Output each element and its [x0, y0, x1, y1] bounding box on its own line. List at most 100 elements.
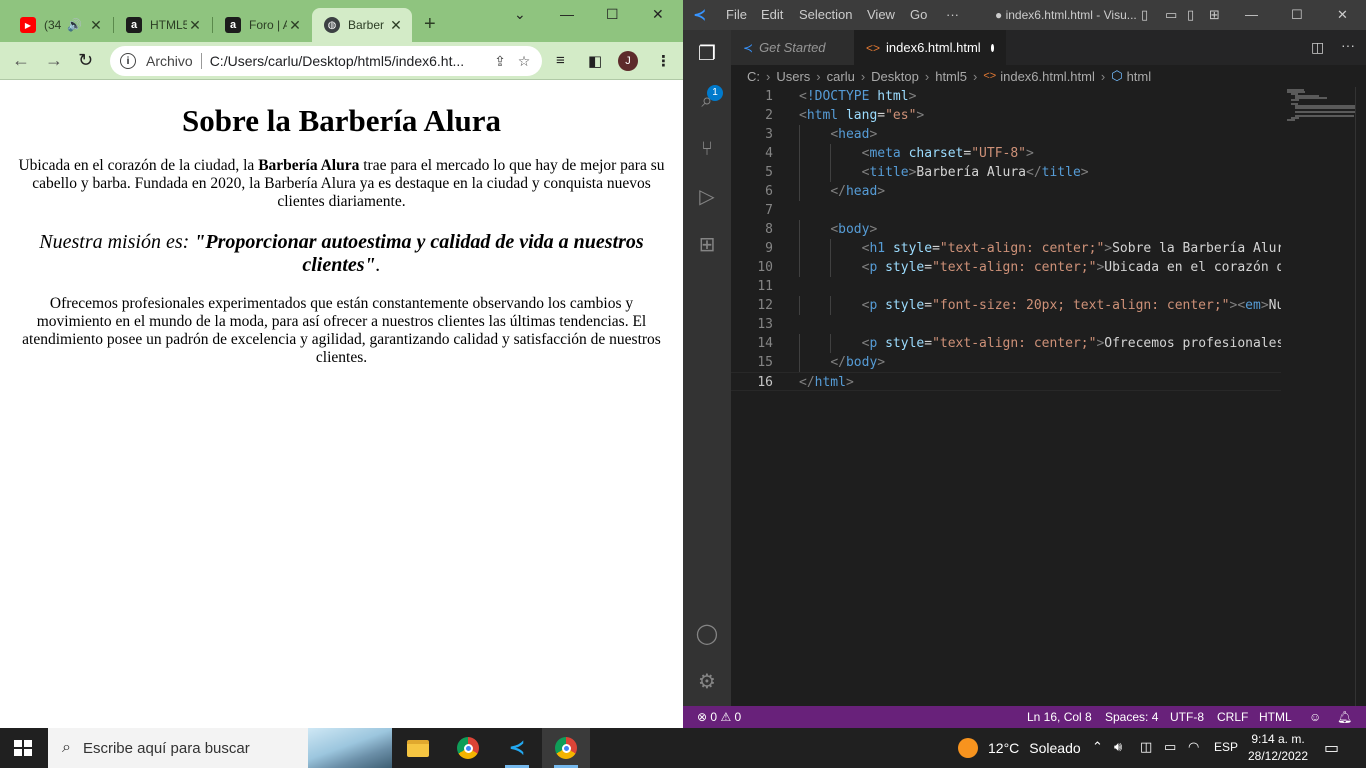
address-bar[interactable]: i Archivo C:/Users/carlu/Desktop/html5/i… — [110, 46, 542, 76]
breadcrumb-item[interactable]: C: — [747, 69, 760, 84]
code-line[interactable]: 14 <p style="text-align: center;">Ofrecem… — [731, 334, 1281, 353]
info-icon[interactable]: i — [120, 53, 136, 69]
meet-now-icon[interactable]: ◫ — [1140, 739, 1152, 755]
toggle-sidebar-icon[interactable]: ▯ — [1141, 7, 1148, 23]
feedback-icon[interactable]: ☺ — [1309, 710, 1321, 724]
close-icon[interactable]: ✕ — [287, 17, 303, 34]
address-url[interactable]: C:/Users/carlu/Desktop/html5/index6.ht..… — [210, 53, 488, 69]
taskbar-file-explorer[interactable] — [394, 728, 442, 768]
code-line[interactable]: 3 <head> — [731, 125, 1281, 144]
menu-go[interactable]: Go — [910, 7, 927, 22]
code-line[interactable]: 2 <html lang="es"> — [731, 106, 1281, 125]
taskbar-chrome-profile[interactable] — [542, 728, 590, 768]
browser-tab-barberia[interactable]: ◍ Barber ✕ — [312, 8, 412, 42]
weather-widget[interactable]: 12°C Soleado — [958, 738, 1081, 758]
reload-button[interactable]: ↻ — [78, 50, 93, 70]
code-line[interactable]: 15 </body> — [731, 353, 1281, 372]
minimize-button[interactable]: — — [560, 6, 574, 22]
minimap[interactable] — [1281, 87, 1366, 706]
media-queue-icon[interactable]: ≡ — [556, 52, 565, 69]
breadcrumb-item[interactable]: Desktop — [871, 69, 919, 84]
tab-get-started[interactable]: ≺ Get Started — [731, 30, 854, 65]
code-line[interactable]: 4 <meta charset="UTF-8"> — [731, 144, 1281, 163]
share-icon[interactable]: ⇪ — [488, 53, 512, 70]
close-window-button[interactable]: ✕ — [652, 6, 664, 23]
code-line[interactable]: 11 — [731, 277, 1281, 296]
notifications-bell-icon[interactable]: 🔔︎ — [1337, 710, 1352, 724]
more-actions-icon[interactable]: ··· — [1341, 37, 1355, 53]
search-icon[interactable]: ⌕ — [695, 89, 719, 113]
battery-icon[interactable]: ▭ — [1164, 739, 1176, 755]
close-icon[interactable]: ✕ — [187, 17, 203, 34]
code-line[interactable]: 16 </html> — [731, 372, 1281, 391]
breadcrumb-item[interactable]: Users — [776, 69, 810, 84]
tab-search-chevron-icon[interactable]: ⌄ — [514, 6, 526, 23]
breadcrumb-item[interactable]: html — [1127, 69, 1152, 84]
wifi-icon[interactable]: ◠ — [1188, 739, 1199, 755]
forward-button[interactable]: → — [45, 50, 63, 70]
system-clock[interactable]: 9:14 a. m. 28/12/2022 — [1244, 731, 1312, 765]
code-line[interactable]: 9 <h1 style="text-align: center;">Sobre l… — [731, 239, 1281, 258]
taskbar-search-box[interactable]: ⌕ Escribe aquí para buscar — [48, 728, 392, 768]
split-editor-icon[interactable]: ◫ — [1311, 39, 1324, 56]
menu-edit[interactable]: Edit — [761, 7, 783, 22]
source-control-icon[interactable]: ⑂ — [695, 137, 719, 161]
taskbar-vscode[interactable]: ≺ — [493, 728, 541, 768]
code-line[interactable]: 13 — [731, 315, 1281, 334]
toggle-secondary-sidebar-icon[interactable]: ▯ — [1187, 7, 1194, 23]
minimize-button[interactable]: — — [1245, 7, 1258, 22]
breadcrumb-item[interactable]: index6.html.html — [1000, 69, 1095, 84]
browser-tab-foro[interactable]: a Foro | A ✕ — [213, 8, 311, 42]
toggle-panel-icon[interactable]: ▭ — [1165, 7, 1177, 23]
extensions-icon[interactable]: ⊞ — [695, 233, 719, 257]
back-button[interactable]: ← — [12, 50, 30, 70]
volume-icon[interactable]: 🔊︎ — [1114, 739, 1122, 755]
close-window-button[interactable]: ✕ — [1337, 7, 1348, 23]
accounts-icon[interactable]: ◯ — [695, 622, 719, 646]
input-language[interactable]: ESP — [1214, 740, 1238, 754]
tab-index6-html[interactable]: <> index6.html.html — [854, 30, 1006, 65]
code-editor[interactable]: 1 <!DOCTYPE html> 2 <html lang="es"> 3 <head>… — [731, 87, 1281, 706]
customize-layout-icon[interactable]: ⊞ — [1209, 7, 1220, 23]
bookmark-star-icon[interactable]: ☆ — [512, 53, 536, 70]
cursor-position[interactable]: Ln 16, Col 8 — [1027, 710, 1092, 724]
code-line[interactable]: 7 — [731, 201, 1281, 220]
code-line[interactable]: 8 <body> — [731, 220, 1281, 239]
breadcrumb-item[interactable]: carlu — [827, 69, 855, 84]
browser-tab-html5[interactable]: a HTML5 ✕ — [114, 8, 211, 42]
language-mode[interactable]: HTML — [1259, 710, 1292, 724]
code-line[interactable]: 10 <p style="text-align: center;">Ubicada… — [731, 258, 1281, 277]
menu-file[interactable]: File — [726, 7, 747, 22]
windows-start-icon[interactable] — [14, 740, 32, 756]
close-icon[interactable]: ✕ — [388, 17, 404, 34]
close-icon[interactable]: ✕ — [88, 17, 104, 34]
explorer-icon[interactable]: ❐ — [695, 42, 719, 66]
show-hidden-icons-chevron-icon[interactable]: ⌃ — [1092, 739, 1103, 755]
maximize-button[interactable]: ☐ — [1291, 7, 1303, 23]
editor-scrollbar[interactable] — [1355, 87, 1356, 706]
code-line[interactable]: 12 <p style="font-size: 20px; text-align:… — [731, 296, 1281, 315]
browser-tab-youtube[interactable]: ▶ (34 🔊 ✕ — [8, 8, 112, 42]
settings-gear-icon[interactable]: ⚙ — [695, 670, 719, 694]
encoding-setting[interactable]: UTF-8 — [1170, 710, 1204, 724]
code-line[interactable]: 1 <!DOCTYPE html> — [731, 87, 1281, 106]
indentation-setting[interactable]: Spaces: 4 — [1105, 710, 1158, 724]
breadcrumb-item[interactable]: html5 — [935, 69, 967, 84]
code-line[interactable]: 5 <title>Barbería Alura</title> — [731, 163, 1281, 182]
kebab-menu-icon[interactable]: ⋮ — [656, 52, 671, 70]
menu-more[interactable]: ··· — [946, 7, 959, 22]
new-tab-button[interactable]: + — [424, 14, 436, 34]
eol-setting[interactable]: CRLF — [1217, 710, 1248, 724]
speaker-icon[interactable]: 🔊 — [67, 18, 82, 32]
code-line[interactable]: 6 </head> — [731, 182, 1281, 201]
maximize-button[interactable]: ☐ — [606, 6, 619, 23]
taskbar-chrome[interactable] — [444, 728, 492, 768]
profile-avatar[interactable]: J — [618, 51, 638, 71]
run-debug-icon[interactable]: ▷ — [695, 185, 719, 209]
problems-indicator[interactable]: ⊗ 0 ⚠ 0 — [697, 710, 741, 724]
menu-view[interactable]: View — [867, 7, 895, 22]
notifications-icon[interactable]: ▭ — [1324, 738, 1339, 758]
menu-selection[interactable]: Selection — [799, 7, 852, 22]
side-panel-icon[interactable]: ◧ — [588, 52, 602, 70]
unsaved-dot-icon[interactable] — [990, 43, 994, 52]
